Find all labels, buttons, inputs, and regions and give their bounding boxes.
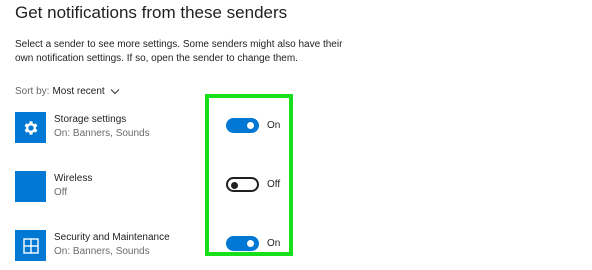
sort-value[interactable]: Most recent — [52, 86, 104, 97]
storage-settings-app-icon — [15, 112, 46, 143]
page-title: Get notifications from these senders — [15, 3, 288, 22]
sender-status: On: Banners, Sounds — [54, 246, 150, 257]
sender-name: Wireless — [54, 173, 93, 184]
sender-name: Security and Maintenance — [54, 232, 170, 243]
sort-label: Sort by: — [15, 86, 50, 97]
chevron-down-icon — [110, 89, 120, 95]
security-maintenance-icon — [22, 237, 39, 254]
blank-app-icon — [15, 171, 46, 202]
security-maintenance-app-icon — [15, 230, 46, 261]
sender-status: On: Banners, Sounds — [54, 128, 150, 139]
sender-name: Storage settings — [54, 114, 127, 125]
gear-icon — [24, 120, 37, 135]
sender-status: Off — [54, 187, 68, 198]
page-description: Select a sender to see more settings. So… — [15, 39, 343, 64]
sort-dropdown[interactable]: Sort by: Most recent — [15, 86, 120, 97]
toggle-highlight-box — [205, 94, 293, 256]
